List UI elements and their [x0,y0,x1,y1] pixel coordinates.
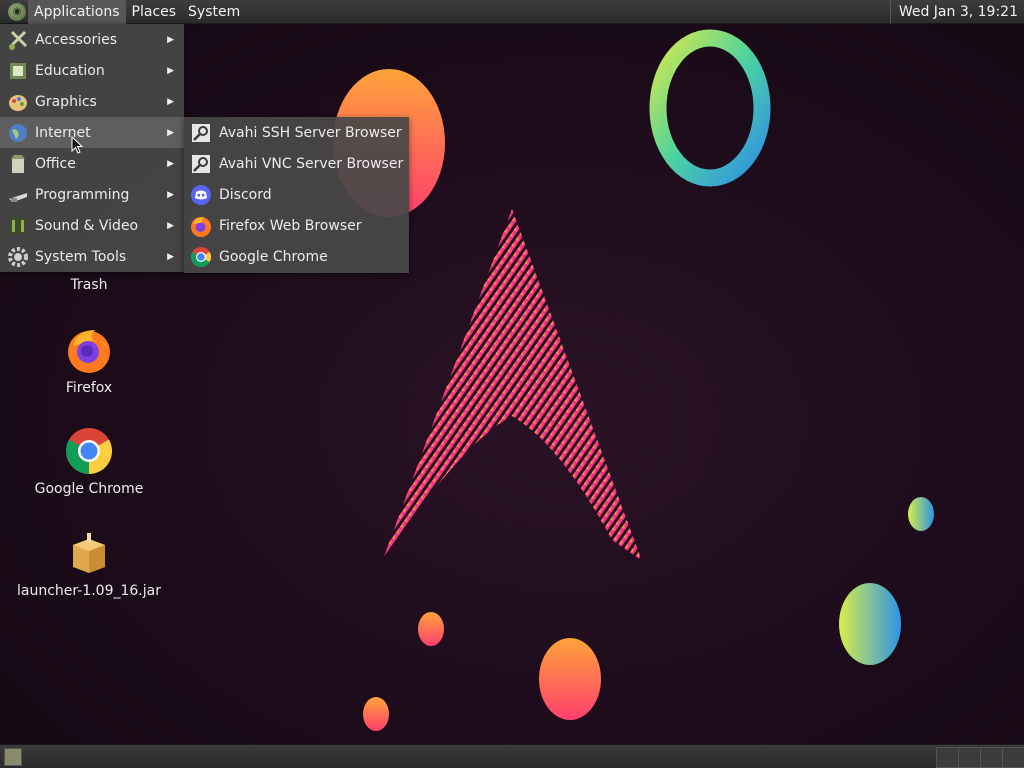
submenu-item-firefox[interactable]: Firefox Web Browser [184,210,409,241]
places-menu[interactable]: Places [126,0,183,24]
small-orange-dot [418,612,444,646]
chevron-right-icon: ▶ [167,251,174,262]
menu-item-education[interactable]: Education ▶ [0,55,184,86]
mouse-cursor-icon [71,136,83,154]
desktop-icon-label: Google Chrome [34,481,144,497]
show-desktop-icon[interactable] [4,748,22,766]
mate-logo-icon[interactable]: ◉ [8,2,26,21]
discord-icon [191,184,211,205]
applications-dropdown: Accessories ▶ Education ▶ Graphics ▶ Intern… [0,24,184,272]
menu-item-office[interactable]: Office ▶ [0,148,184,179]
desktop-icon-chrome[interactable]: Google Chrome [14,427,164,497]
chevron-right-icon: ▶ [167,65,174,76]
chevron-right-icon: ▶ [167,96,174,107]
graphics-icon [9,94,27,111]
submenu-item-label: Avahi SSH Server Browser [219,124,402,141]
workspace-switcher-4[interactable] [1002,747,1024,768]
ring-shape [649,29,771,187]
desktop-icon-firefox[interactable]: Firefox [14,326,164,396]
internet-submenu: Avahi SSH Server Browser Avahi VNC Serve… [184,117,409,273]
menu-item-graphics[interactable]: Graphics ▶ [0,86,184,117]
education-icon [10,62,26,79]
workspace-switcher-1[interactable] [936,747,960,768]
jar-package-icon [65,529,113,577]
menu-item-label: Office [35,155,76,172]
menu-item-label: Accessories [35,31,118,48]
menu-item-label: Education [35,62,105,79]
menu-item-label: System Tools [35,248,127,265]
chevron-right-icon: ▶ [167,220,174,231]
menu-item-accessories[interactable]: Accessories ▶ [0,24,184,55]
top-panel: ◉ Applications Places System Wed Jan 3, … [0,0,1024,24]
menu-item-label: Graphics [35,93,97,110]
applications-menu[interactable]: Applications [28,0,126,24]
menu-item-system-tools[interactable]: System Tools ▶ [0,241,184,272]
submenu-item-label: Avahi VNC Server Browser [219,155,404,172]
menu-item-sound-video[interactable]: Sound & Video ▶ [0,210,184,241]
blue-oval-shape [839,583,901,665]
small-blue-dot [908,497,934,531]
submenu-item-chrome[interactable]: Google Chrome [184,241,409,272]
avahi-icon [192,123,210,142]
tiny-orange-dot [363,697,389,731]
internet-globe-icon [9,123,27,142]
chevron-right-icon: ▶ [167,158,174,169]
submenu-item-avahi-vnc[interactable]: Avahi VNC Server Browser [184,148,409,179]
bottom-panel [0,744,1024,768]
firefox-icon [191,216,211,237]
submenu-item-discord[interactable]: Discord [184,179,409,210]
submenu-item-label: Firefox Web Browser [219,217,362,234]
panel-menu-bar: ◉ Applications Places System [0,0,246,24]
system-tools-gear-icon [8,246,28,267]
clock[interactable]: Wed Jan 3, 19:21 [889,0,1024,24]
chrome-icon [65,427,113,475]
chevron-right-icon: ▶ [167,189,174,200]
system-menu[interactable]: System [182,0,246,24]
desktop-icon-label: Firefox [65,380,113,396]
submenu-item-avahi-ssh[interactable]: Avahi SSH Server Browser [184,117,409,148]
submenu-item-label: Google Chrome [219,248,328,265]
firefox-icon [65,326,113,374]
accessories-icon [8,30,28,50]
chevron-right-icon: ▶ [167,127,174,138]
workspace-switcher-3[interactable] [980,747,1004,768]
menu-item-label: Sound & Video [35,217,139,234]
menu-item-programming[interactable]: Programming ▶ [0,179,184,210]
arch-logo [382,209,642,562]
programming-icon [9,192,27,202]
submenu-item-label: Discord [219,186,272,203]
desktop-icon-launcher-jar[interactable]: launcher-1.09_16.jar [14,529,164,599]
desktop-icon-label: Trash [70,277,108,293]
avahi-icon [192,154,210,173]
menu-item-label: Programming [35,186,130,203]
chrome-icon [190,246,212,267]
chevron-right-icon: ▶ [167,34,174,45]
workspace-switcher-2[interactable] [958,747,982,768]
orange-oval-shape [539,638,601,720]
desktop-icon-label: launcher-1.09_16.jar [17,583,161,599]
office-icon [11,154,25,173]
menu-item-internet[interactable]: Internet ▶ [0,117,184,148]
desktop-icon-trash[interactable]: Trash [14,277,164,293]
sound-video-icon [10,217,26,234]
